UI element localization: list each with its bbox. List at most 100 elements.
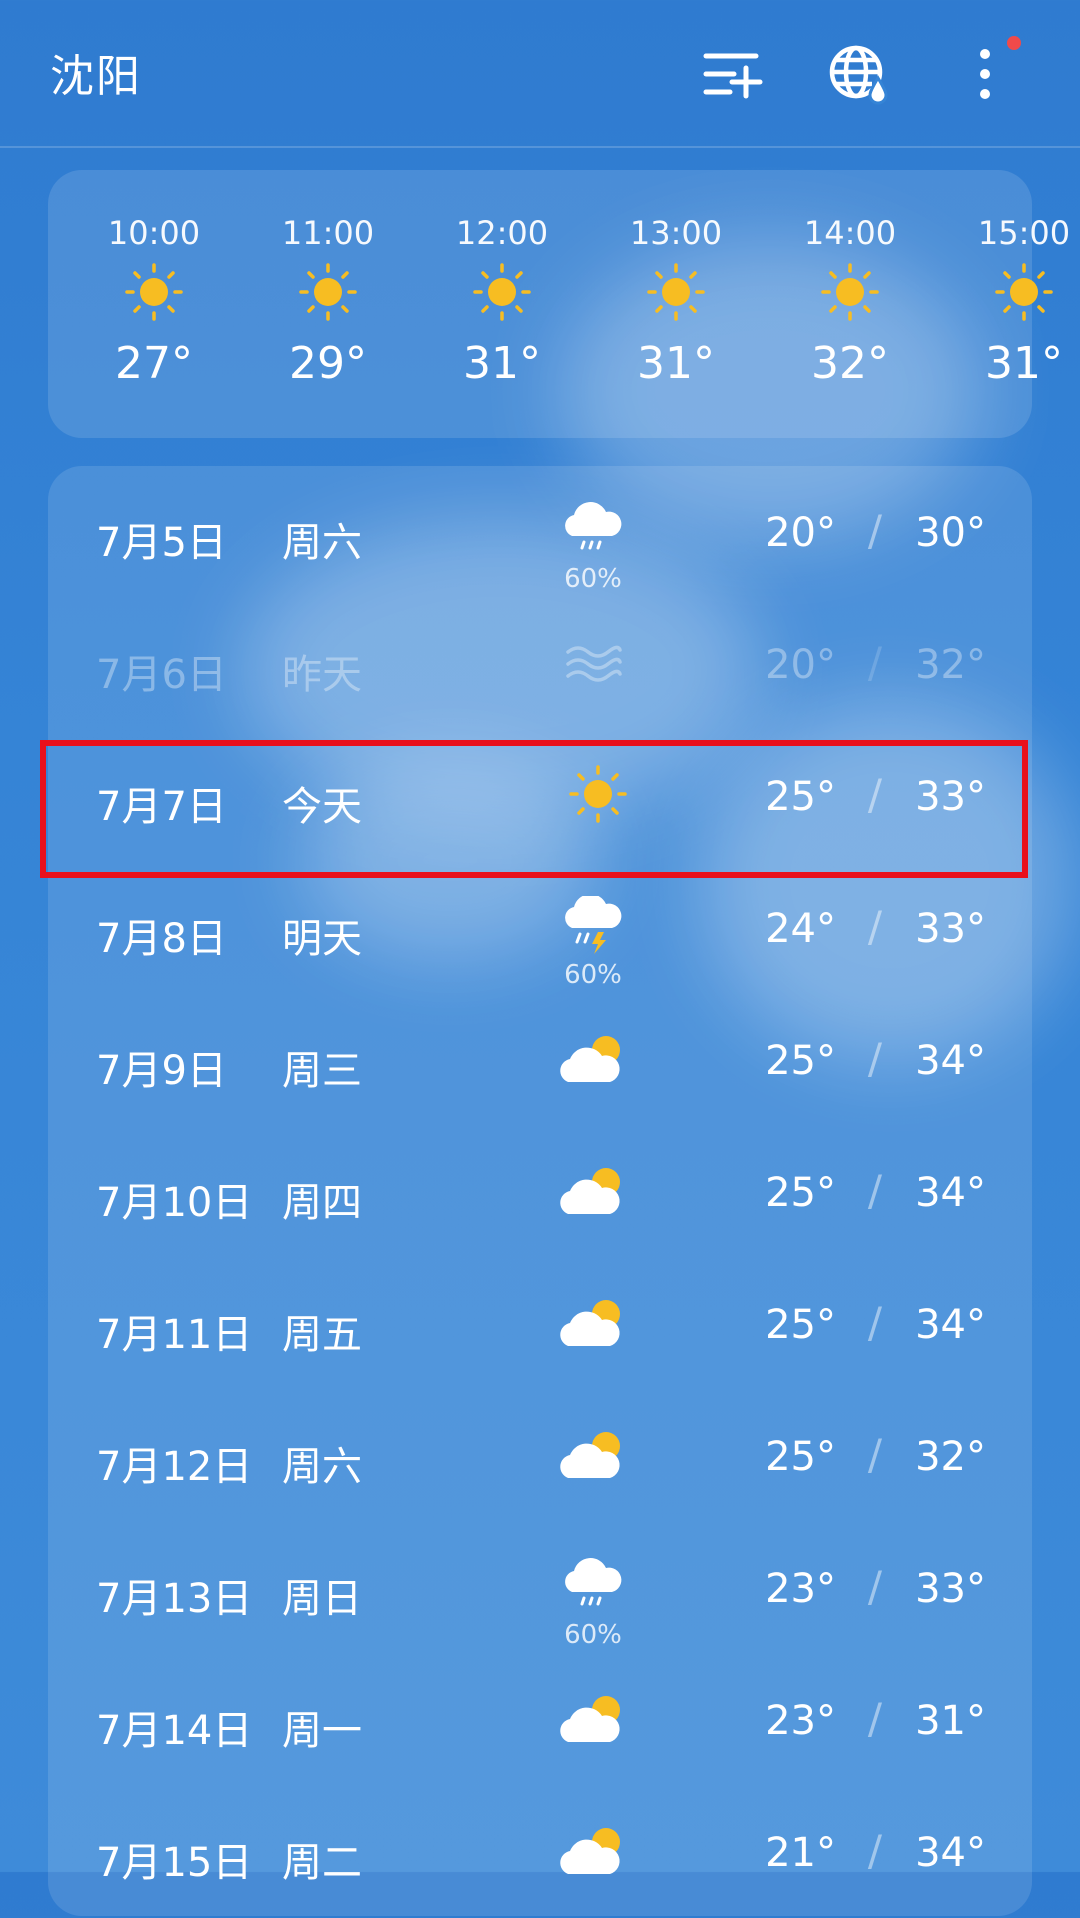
hour-item: 10:00 27° xyxy=(84,170,224,438)
day-row[interactable]: 7月10日 周四 25° / 34° xyxy=(48,1126,1032,1258)
hour-temp: 27° xyxy=(115,338,193,389)
temp-high: 34° xyxy=(915,1302,986,1348)
temp-low: 21° xyxy=(765,1830,836,1876)
day-row[interactable]: 7月12日 周六 25° / 32° xyxy=(48,1390,1032,1522)
temp-low: 25° xyxy=(765,1170,836,1216)
temp-low: 24° xyxy=(765,906,836,952)
day-row[interactable]: 7月14日 周一 23° / 31° xyxy=(48,1654,1032,1786)
partly-cloudy-icon xyxy=(558,1688,628,1748)
temp-separator: / xyxy=(867,1034,882,1083)
day-date: 7月10日 xyxy=(96,1180,253,1226)
partly-cloudy-icon xyxy=(558,1424,628,1484)
hour-time: 12:00 xyxy=(455,214,549,252)
daily-forecast-card[interactable]: 7月5日 周六 60% 20° / 30° 7月6日 昨天 20° / 32° … xyxy=(48,466,1032,1916)
globe-rain-icon[interactable] xyxy=(828,42,892,106)
hour-time: 15:00 xyxy=(977,214,1071,252)
hour-item: 15:00 31° xyxy=(954,170,1080,438)
temp-separator: / xyxy=(867,1694,882,1743)
temp-low: 20° xyxy=(765,510,836,556)
day-row[interactable]: 7月11日 周五 25° / 34° xyxy=(48,1258,1032,1390)
temp-separator: / xyxy=(867,638,882,687)
temp-high: 33° xyxy=(915,906,986,952)
temp-high: 34° xyxy=(915,1170,986,1216)
day-date: 7月11日 xyxy=(96,1312,253,1358)
light-rain-icon xyxy=(558,500,628,560)
day-weekday: 周二 xyxy=(282,1840,362,1886)
more-vertical-icon[interactable] xyxy=(965,42,1005,106)
day-date: 7月15日 xyxy=(96,1840,253,1886)
top-bar: 沈阳 xyxy=(0,0,1080,148)
day-row[interactable]: 7月6日 昨天 20° / 32° xyxy=(48,598,1032,730)
day-date: 7月9日 xyxy=(96,1048,227,1094)
temp-low: 23° xyxy=(765,1698,836,1744)
day-weekday: 昨天 xyxy=(282,652,362,698)
hour-temp: 32° xyxy=(811,338,889,389)
sun-icon xyxy=(646,262,706,322)
day-weekday: 周六 xyxy=(282,1444,362,1490)
day-row[interactable]: 7月5日 周六 60% 20° / 30° xyxy=(48,466,1032,598)
partly-cloudy-icon xyxy=(558,1820,628,1880)
haze-icon xyxy=(558,632,628,692)
hour-item: 11:00 29° xyxy=(258,170,398,438)
hour-temp: 31° xyxy=(463,338,541,389)
temp-high: 33° xyxy=(915,1566,986,1612)
sun-icon xyxy=(124,262,184,322)
temp-low: 25° xyxy=(765,1434,836,1480)
temp-separator: / xyxy=(867,506,882,555)
day-date: 7月12日 xyxy=(96,1444,253,1490)
precip-probability: 60% xyxy=(564,1620,622,1650)
hourly-forecast-card[interactable]: 10:00 27° 11:00 29° 12:00 31° 13:00 31° … xyxy=(48,170,1070,438)
temp-low: 25° xyxy=(765,1302,836,1348)
hour-temp: 31° xyxy=(985,338,1063,389)
temp-separator: / xyxy=(867,1298,882,1347)
day-date: 7月8日 xyxy=(96,916,227,962)
temp-high: 32° xyxy=(915,642,986,688)
temp-separator: / xyxy=(867,1430,882,1479)
temp-low: 23° xyxy=(765,1566,836,1612)
temp-high: 34° xyxy=(915,1830,986,1876)
day-row[interactable]: 7月13日 周日 60% 23° / 33° xyxy=(48,1522,1032,1654)
hour-time: 14:00 xyxy=(803,214,897,252)
day-row[interactable]: 7月15日 周二 21° / 34° xyxy=(48,1786,1032,1918)
day-weekday: 周六 xyxy=(282,520,362,566)
thunderstorm-icon xyxy=(558,896,628,956)
day-weekday: 周五 xyxy=(282,1312,362,1358)
temp-separator: / xyxy=(867,902,882,951)
notification-dot xyxy=(1007,36,1021,50)
temp-separator: / xyxy=(867,1166,882,1215)
temp-separator: / xyxy=(867,1562,882,1611)
temp-high: 30° xyxy=(915,510,986,556)
sun-icon xyxy=(298,262,358,322)
day-weekday: 周日 xyxy=(282,1576,362,1622)
hour-time: 13:00 xyxy=(629,214,723,252)
temp-separator: / xyxy=(867,1826,882,1875)
day-row[interactable]: 7月8日 明天 60% 24° / 33° xyxy=(48,862,1032,994)
partly-cloudy-icon xyxy=(558,1160,628,1220)
sun-icon xyxy=(472,262,532,322)
day-row[interactable]: 7月9日 周三 25° / 34° xyxy=(48,994,1032,1126)
day-date: 7月13日 xyxy=(96,1576,253,1622)
temp-low: 20° xyxy=(765,642,836,688)
today-highlight-box xyxy=(40,740,1028,878)
sun-icon xyxy=(994,262,1054,322)
temp-high: 32° xyxy=(915,1434,986,1480)
precip-probability: 60% xyxy=(564,564,622,594)
day-weekday: 周一 xyxy=(282,1708,362,1754)
hour-temp: 31° xyxy=(637,338,715,389)
list-add-icon[interactable] xyxy=(700,42,764,106)
day-date: 7月14日 xyxy=(96,1708,253,1754)
hour-temp: 29° xyxy=(289,338,367,389)
day-weekday: 明天 xyxy=(282,916,362,962)
hour-item: 14:00 32° xyxy=(780,170,920,438)
hour-time: 11:00 xyxy=(281,214,375,252)
sun-icon xyxy=(820,262,880,322)
day-weekday: 周四 xyxy=(282,1180,362,1226)
city-title[interactable]: 沈阳 xyxy=(50,40,142,104)
temp-high: 31° xyxy=(915,1698,986,1744)
partly-cloudy-icon xyxy=(558,1292,628,1352)
day-weekday: 周三 xyxy=(282,1048,362,1094)
partly-cloudy-icon xyxy=(558,1028,628,1088)
light-rain-icon xyxy=(558,1556,628,1616)
temp-low: 25° xyxy=(765,1038,836,1084)
hour-item: 12:00 31° xyxy=(432,170,572,438)
